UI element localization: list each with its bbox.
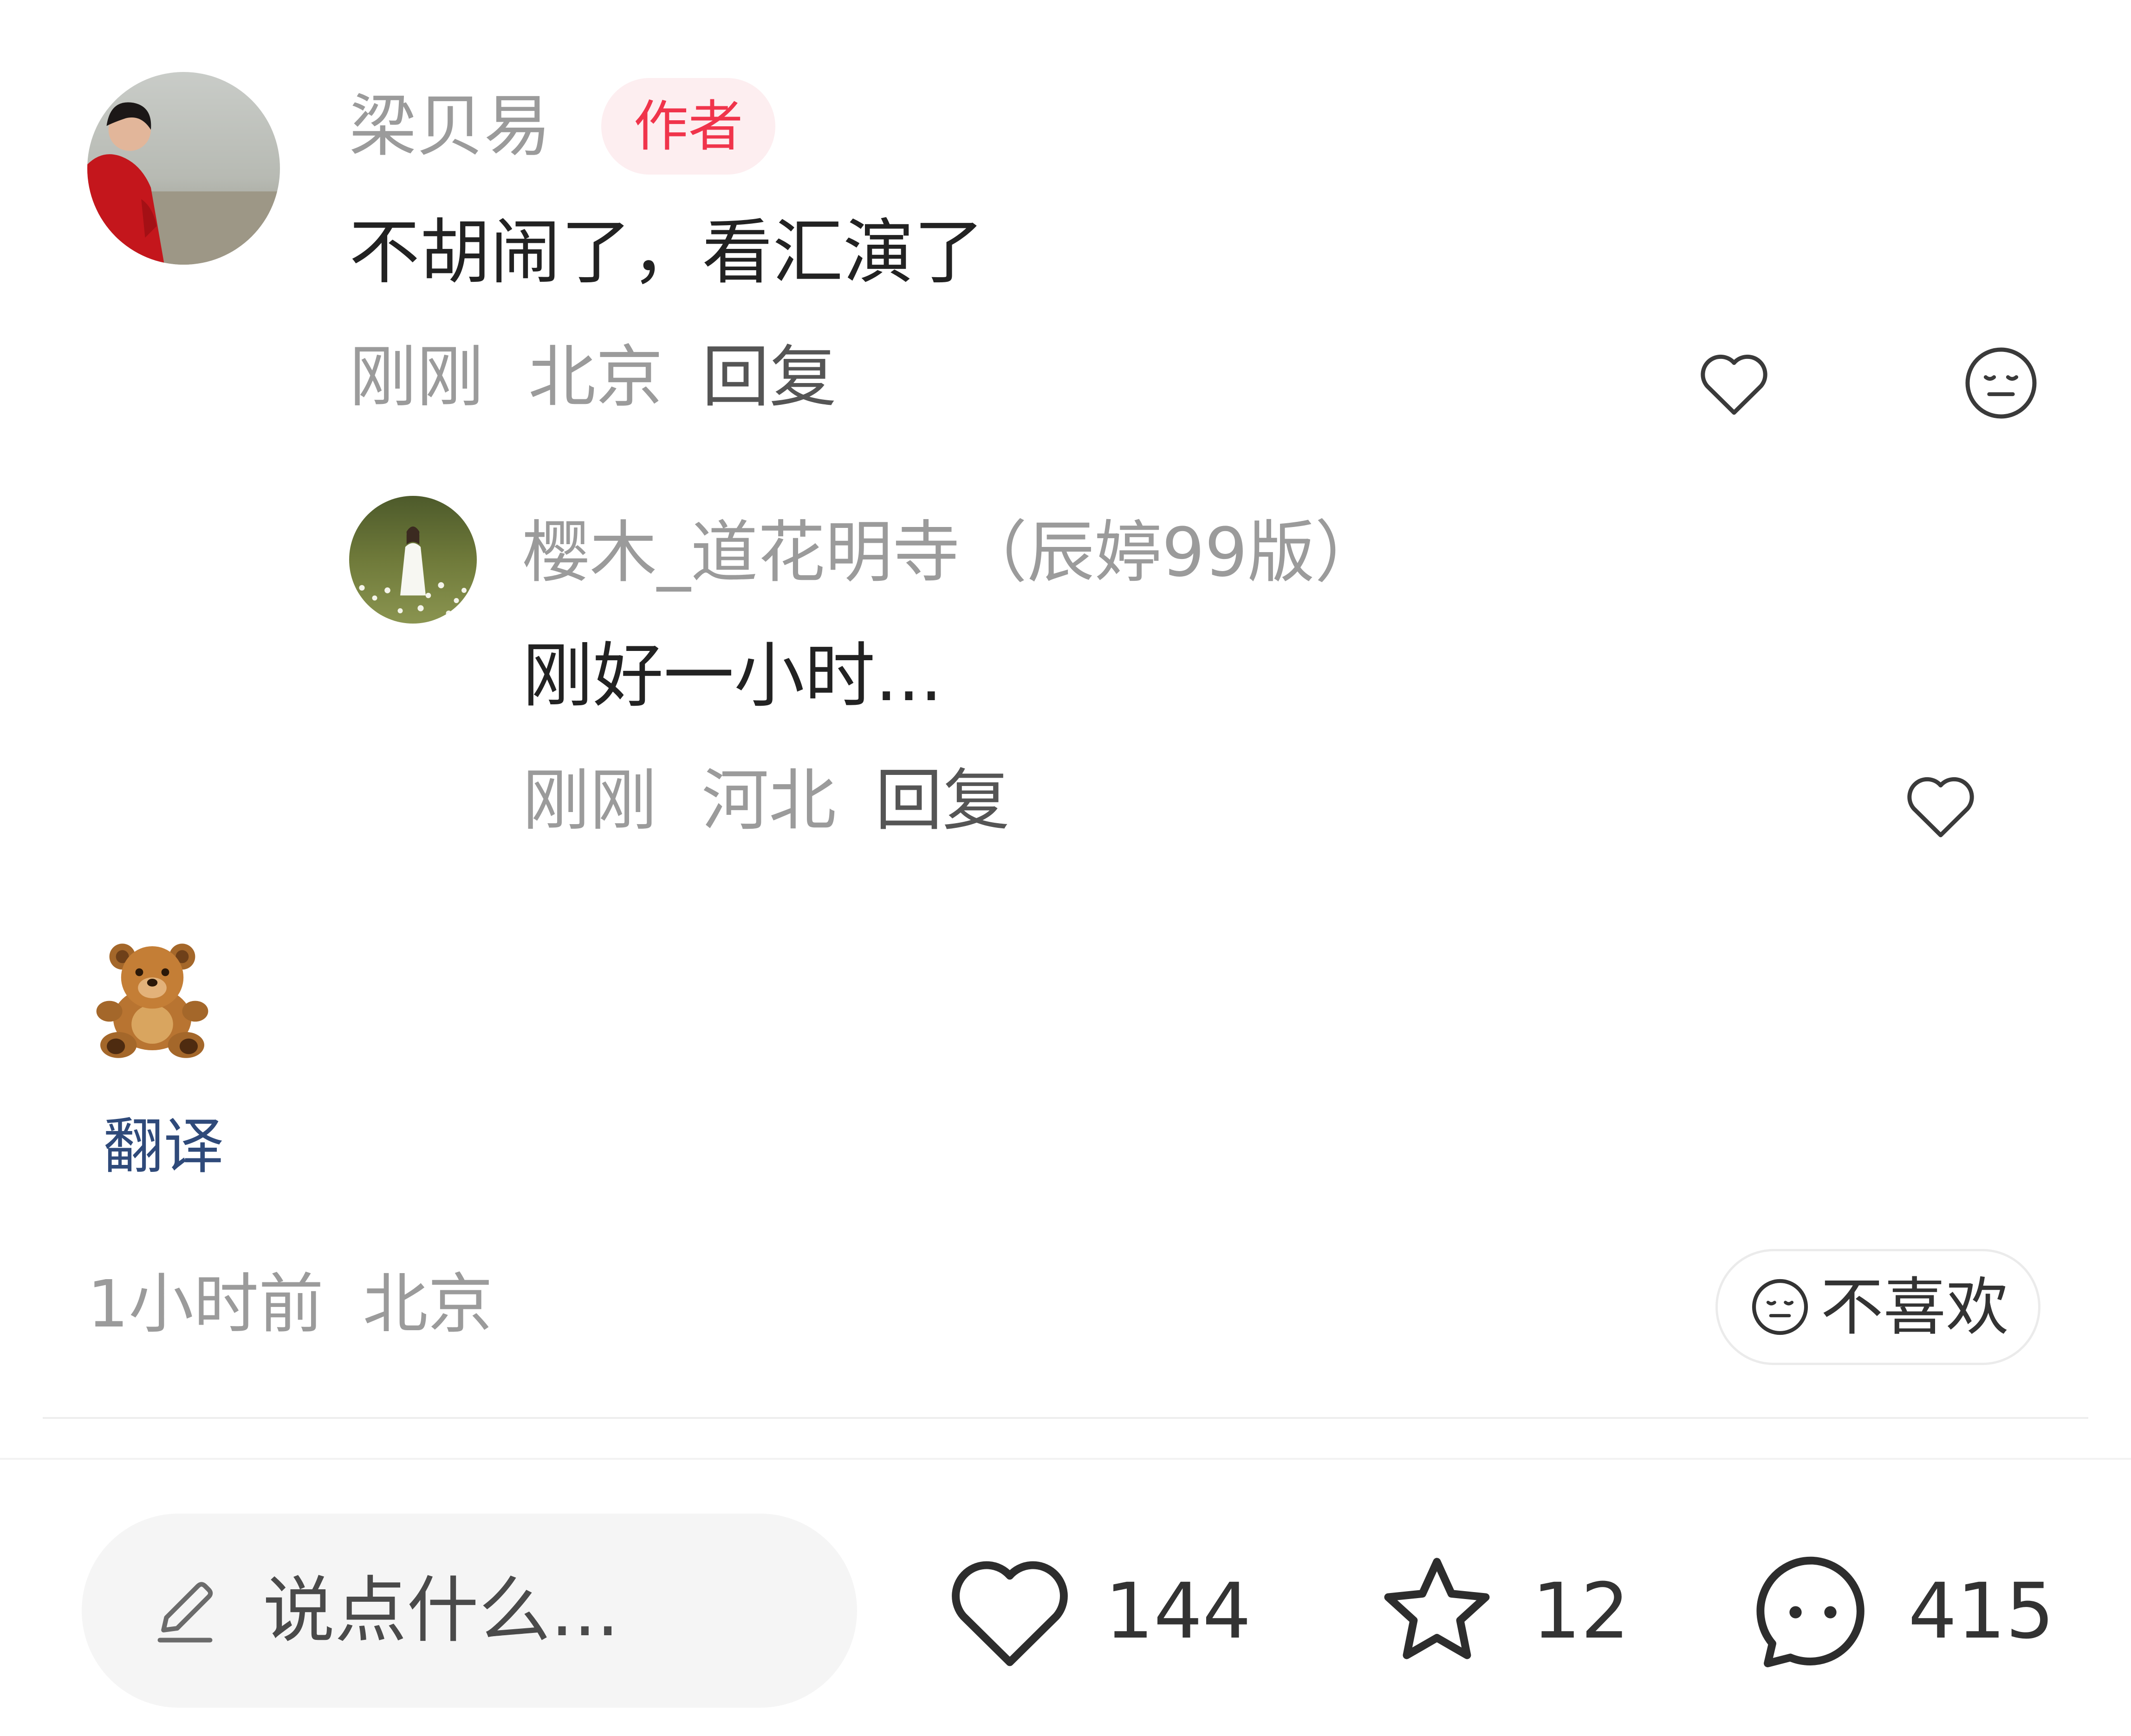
- comment-count: 415: [1908, 1566, 2054, 1656]
- star-outline-icon: [1367, 1541, 1507, 1681]
- reply-author-name[interactable]: 樱木_道花明寺（辰婷99版）: [522, 519, 1382, 586]
- dislike-button[interactable]: 不喜欢: [1715, 1249, 2040, 1365]
- dislike-face-icon: [1748, 1274, 1813, 1339]
- teddy-bear-icon: [96, 943, 208, 1058]
- dislike-label: 不喜欢: [1820, 1270, 2009, 1344]
- pencil-icon: [142, 1567, 228, 1653]
- comment-author-name[interactable]: 梁贝易: [349, 93, 551, 160]
- reply-meta: 刚刚 河北: [522, 767, 836, 834]
- post-location: 北京: [363, 1267, 493, 1342]
- translate-link[interactable]: 翻译: [103, 1116, 224, 1177]
- comment-time: 刚刚: [349, 338, 484, 416]
- heart-outline-icon: [1907, 777, 1974, 838]
- comment-dislike-button[interactable]: [1959, 341, 2043, 425]
- like-stat[interactable]: 144: [940, 1541, 1251, 1681]
- reply-reply-button[interactable]: 回复: [875, 767, 1010, 834]
- comment-location: 北京: [528, 338, 663, 416]
- post-emoji: [87, 933, 217, 1063]
- dislike-face-icon: [1965, 347, 2037, 419]
- heart-outline-icon: [1701, 354, 1767, 415]
- reply-author-avatar[interactable]: [349, 496, 477, 624]
- bottom-bar-border: [0, 1458, 2131, 1460]
- comment-input[interactable]: 说点什么...: [82, 1514, 857, 1708]
- comment-reply-button[interactable]: 回复: [702, 344, 837, 411]
- comment-like-button[interactable]: [1692, 341, 1776, 425]
- reply-time: 刚刚: [522, 761, 657, 840]
- reply-text: 刚好一小时...: [522, 635, 942, 717]
- heart-outline-icon: [940, 1541, 1079, 1681]
- favorite-count: 12: [1532, 1566, 1630, 1656]
- reply-like-button[interactable]: [1899, 764, 1982, 847]
- post-meta: 1小时前 北京: [87, 1272, 493, 1337]
- comment-author-avatar[interactable]: [87, 72, 280, 265]
- like-count: 144: [1105, 1566, 1251, 1656]
- author-badge: 作者: [601, 78, 775, 175]
- comment-input-placeholder: 说点什么...: [263, 1568, 619, 1652]
- comment-text: 不胡闹了，看汇演了: [349, 211, 984, 293]
- favorite-stat[interactable]: 12: [1367, 1541, 1630, 1681]
- comment-meta: 刚刚 北京: [349, 344, 663, 411]
- comment-stat[interactable]: 415: [1743, 1541, 2054, 1681]
- divider: [43, 1417, 2088, 1419]
- chat-bubble-icon: [1743, 1541, 1883, 1681]
- reply-location: 河北: [702, 761, 837, 840]
- post-time: 1小时前: [87, 1267, 324, 1342]
